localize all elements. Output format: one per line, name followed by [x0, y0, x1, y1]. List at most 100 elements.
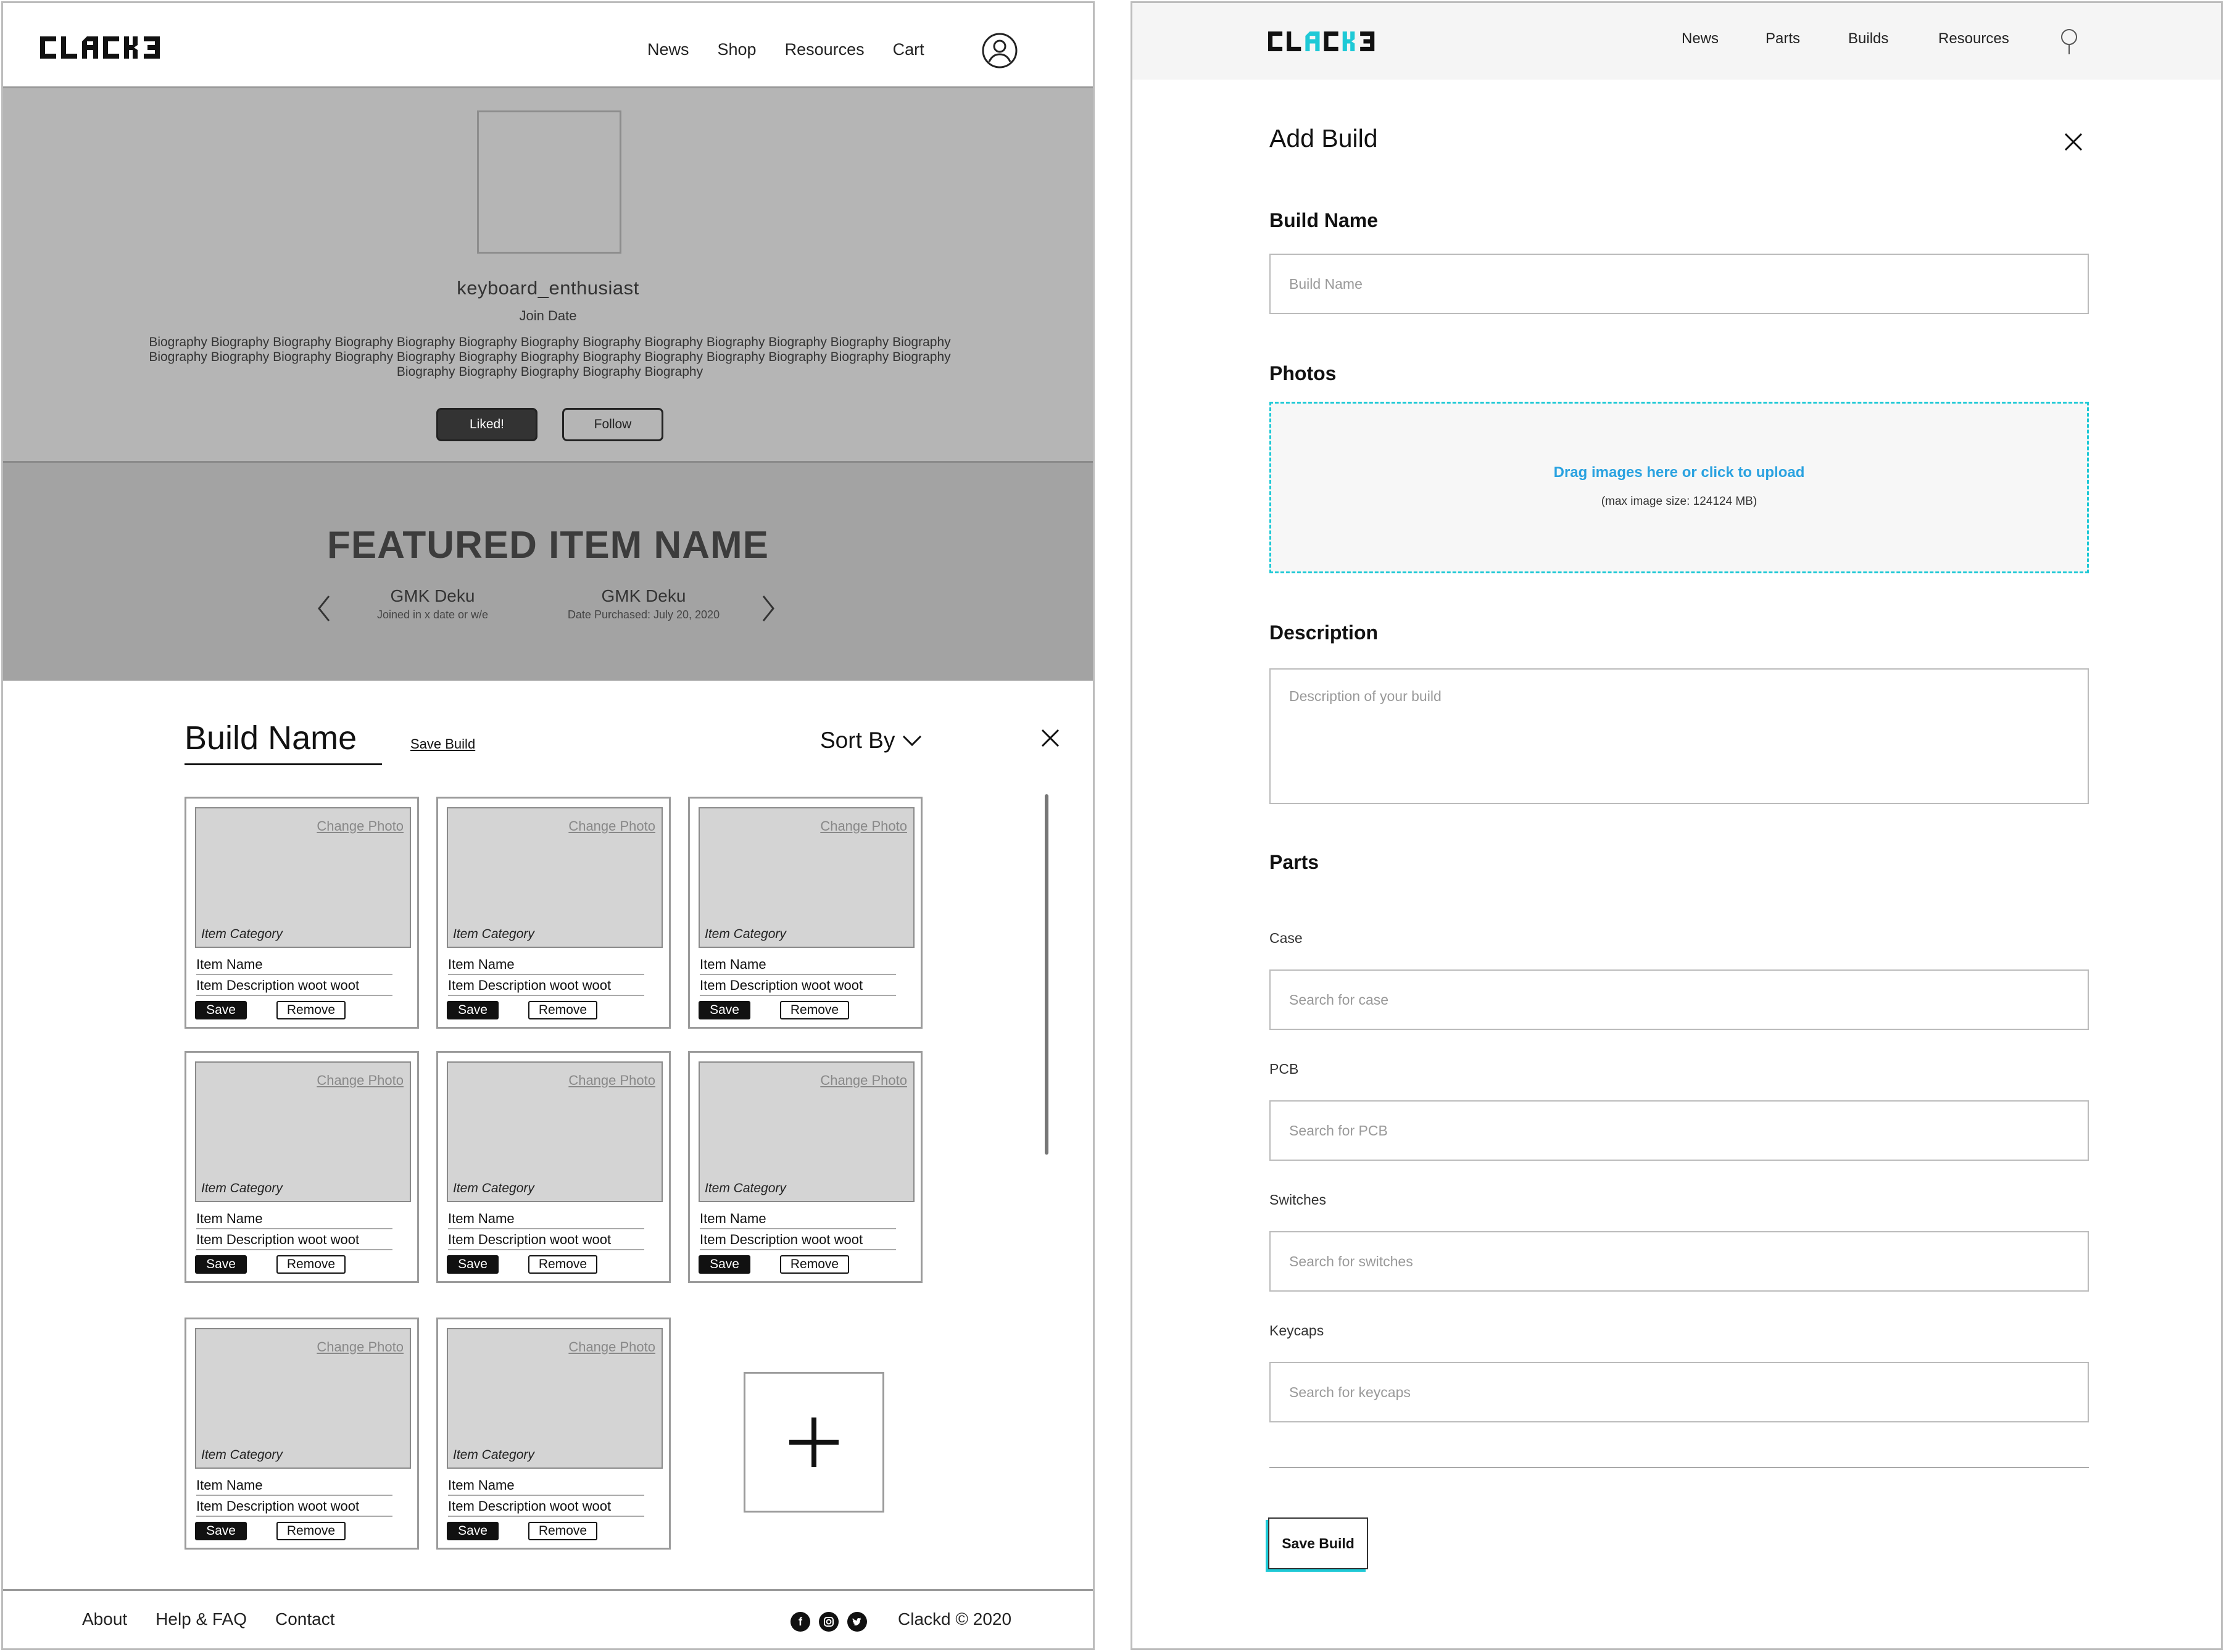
build-name-input[interactable]: Build Name: [1269, 254, 2089, 314]
sort-by-label: Sort By: [820, 728, 895, 753]
pcb-search-input[interactable]: Search for PCB: [1269, 1100, 2089, 1161]
item-name: Item Name: [448, 957, 515, 972]
item-save-button[interactable]: Save: [447, 1255, 499, 1274]
divider: [196, 1228, 392, 1229]
user-avatar-icon[interactable]: [982, 33, 1018, 68]
nav-resources[interactable]: Resources: [1938, 30, 2009, 48]
add-item-button[interactable]: [744, 1372, 884, 1513]
item-photo[interactable]: Change Photo Item Category: [447, 1061, 663, 1202]
nav-cart[interactable]: Cart: [893, 40, 924, 59]
item-photo[interactable]: Change Photo Item Category: [195, 1061, 411, 1202]
chevron-right-icon[interactable]: [760, 594, 777, 623]
upload-size-hint: (max image size: 124124 MB): [1601, 495, 1757, 508]
twitter-icon[interactable]: [847, 1612, 867, 1632]
change-photo-link[interactable]: Change Photo: [568, 818, 655, 834]
featured-section: FEATURED ITEM NAME GMK Deku Joined in x …: [3, 461, 1093, 681]
item-save-button[interactable]: Save: [447, 1001, 499, 1019]
item-photo[interactable]: Change Photo Item Category: [195, 1328, 411, 1469]
item-remove-button[interactable]: Remove: [528, 1001, 597, 1019]
divider: [700, 974, 896, 975]
item-remove-button[interactable]: Remove: [276, 1001, 346, 1019]
upload-cta[interactable]: Drag images here or click to upload: [1271, 464, 2087, 481]
footer-link-help[interactable]: Help & FAQ: [156, 1609, 247, 1629]
site-header: News Parts Builds Resources: [1132, 3, 2221, 80]
featured-item[interactable]: GMK Deku Joined in x date or w/e: [328, 586, 537, 621]
item-save-button[interactable]: Save: [195, 1001, 247, 1019]
item-photo[interactable]: Change Photo Item Category: [699, 807, 915, 948]
item-remove-button[interactable]: Remove: [780, 1001, 849, 1019]
add-build-title: Add Build: [1269, 124, 1378, 152]
item-remove-button[interactable]: Remove: [528, 1522, 597, 1540]
scrollbar[interactable]: [1045, 794, 1048, 1155]
follow-button[interactable]: Follow: [562, 408, 663, 441]
item-remove-button[interactable]: Remove: [276, 1255, 346, 1274]
item-name: Item Name: [196, 1211, 263, 1226]
item-remove-button[interactable]: Remove: [780, 1255, 849, 1274]
close-icon[interactable]: [1040, 728, 1061, 749]
build-section: Build Name Save Build Sort By Change Pho…: [3, 681, 1093, 1589]
case-search-input[interactable]: Search for case: [1269, 969, 2089, 1030]
divider: [196, 1516, 392, 1517]
site-footer: About Help & FAQ Contact f Clackd © 2020: [3, 1589, 1093, 1648]
item-category: Item Category: [201, 927, 283, 941]
change-photo-link[interactable]: Change Photo: [820, 1073, 907, 1089]
change-photo-link[interactable]: Change Photo: [317, 1073, 404, 1089]
switches-search-input[interactable]: Search for switches: [1269, 1231, 2089, 1292]
item-save-button[interactable]: Save: [699, 1255, 750, 1274]
save-build-button[interactable]: Save Build: [1268, 1517, 1368, 1569]
build-name-title[interactable]: Build Name: [185, 719, 357, 757]
location-pin-icon[interactable]: [2059, 28, 2079, 56]
nav-news[interactable]: News: [647, 40, 689, 59]
item-photo[interactable]: Change Photo Item Category: [699, 1061, 915, 1202]
profile-username: keyboard_enthusiast: [457, 277, 639, 299]
description-textarea[interactable]: Description of your build: [1269, 668, 2089, 804]
clackd-logo[interactable]: [40, 36, 172, 59]
item-description: Item Description woot woot: [448, 1498, 612, 1514]
item-category: Item Category: [201, 1448, 283, 1462]
keycaps-label: Keycaps: [1269, 1322, 1324, 1339]
nav-shop[interactable]: Shop: [718, 40, 757, 59]
nav-builds[interactable]: Builds: [1848, 30, 1888, 48]
item-description: Item Description woot woot: [196, 1232, 360, 1247]
featured-item[interactable]: GMK Deku Date Purchased: July 20, 2020: [539, 586, 749, 621]
clackd-logo[interactable]: [1268, 31, 1385, 51]
nav-news[interactable]: News: [1682, 30, 1719, 48]
item-photo[interactable]: Change Photo Item Category: [195, 807, 411, 948]
close-icon[interactable]: [2063, 131, 2084, 152]
liked-button[interactable]: Liked!: [436, 408, 537, 441]
change-photo-link[interactable]: Change Photo: [820, 818, 907, 834]
facebook-icon[interactable]: f: [790, 1612, 810, 1632]
change-photo-link[interactable]: Change Photo: [568, 1339, 655, 1355]
description-label: Description: [1269, 621, 1379, 644]
footer-link-contact[interactable]: Contact: [275, 1609, 335, 1629]
nav-resources[interactable]: Resources: [785, 40, 865, 59]
change-photo-link[interactable]: Change Photo: [568, 1073, 655, 1089]
keycaps-search-input[interactable]: Search for keycaps: [1269, 1362, 2089, 1422]
sort-by-dropdown[interactable]: Sort By: [820, 728, 922, 753]
save-build-link[interactable]: Save Build: [410, 736, 475, 752]
change-photo-link[interactable]: Change Photo: [317, 1339, 404, 1355]
item-category: Item Category: [201, 1181, 283, 1195]
photos-label: Photos: [1269, 362, 1337, 384]
photo-upload-dropzone[interactable]: Drag images here or click to upload (max…: [1269, 402, 2089, 573]
item-save-button[interactable]: Save: [447, 1522, 499, 1540]
pcb-label: PCB: [1269, 1061, 1299, 1077]
item-save-button[interactable]: Save: [195, 1255, 247, 1274]
profile-biography: Biography Biography Biography Biography …: [149, 335, 951, 379]
item-save-button[interactable]: Save: [195, 1522, 247, 1540]
item-remove-button[interactable]: Remove: [276, 1522, 346, 1540]
item-description: Item Description woot woot: [700, 978, 863, 993]
instagram-icon[interactable]: [819, 1612, 839, 1632]
build-item-card: Change Photo Item Category Item Name Item D…: [185, 797, 419, 1029]
item-remove-button[interactable]: Remove: [528, 1255, 597, 1274]
item-photo[interactable]: Change Photo Item Category: [447, 807, 663, 948]
case-label: Case: [1269, 930, 1303, 946]
item-save-button[interactable]: Save: [699, 1001, 750, 1019]
profile-photo[interactable]: [477, 110, 621, 254]
change-photo-link[interactable]: Change Photo: [317, 818, 404, 834]
nav-parts[interactable]: Parts: [1766, 30, 1800, 48]
item-photo[interactable]: Change Photo Item Category: [447, 1328, 663, 1469]
item-description: Item Description woot woot: [700, 1232, 863, 1247]
item-name: Item Name: [448, 1211, 515, 1226]
footer-link-about[interactable]: About: [82, 1609, 127, 1629]
